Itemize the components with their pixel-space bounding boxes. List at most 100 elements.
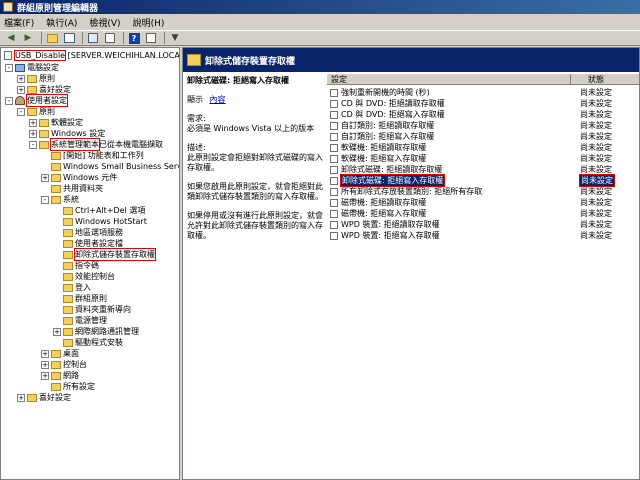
expand-icon[interactable]: + [29, 118, 37, 127]
setting-state: 尚未設定 [580, 220, 612, 229]
expand-icon[interactable]: + [53, 327, 61, 336]
setting-row[interactable]: 卸除式磁碟: 拒絕寫入存取權 尚未設定 [327, 174, 639, 187]
setting-row[interactable]: CD 與 DVD: 拒絕寫入存取權 尚未設定 [327, 109, 639, 120]
requirements: 需求: 必須是 Windows Vista 以上的版本 [187, 114, 325, 134]
properties-icon[interactable] [103, 32, 117, 44]
tree-item[interactable]: + 原則 [17, 73, 55, 84]
tree-item[interactable]: 電源管理 [53, 315, 107, 326]
tree-item[interactable]: 指令碼 [53, 260, 99, 271]
description-area: 卸除式磁碟: 拒絕寫入存取權 顯示 內容 需求: 必須是 Windows Vis… [187, 76, 325, 250]
export-icon[interactable] [86, 32, 100, 44]
properties-link[interactable]: 內容 [210, 95, 226, 104]
expand-icon[interactable]: + [29, 129, 37, 138]
setting-name: 強制重新開機的時間 (秒) [341, 88, 430, 97]
tree-item[interactable]: 驅動程式安裝 [53, 337, 123, 348]
tree-item[interactable]: 登入 [53, 282, 91, 293]
tree-item[interactable]: Ctrl+Alt+Del 選項 [53, 205, 145, 216]
back-icon[interactable]: ◀ [4, 32, 18, 44]
setting-row[interactable]: 軟碟機: 拒絕寫入存取權 尚未設定 [327, 153, 639, 164]
expand-icon[interactable]: + [41, 173, 49, 182]
expand-icon[interactable]: + [41, 360, 49, 369]
tree-item[interactable]: + 喜好設定 [17, 392, 71, 403]
setting-icon [330, 210, 338, 218]
tree-item[interactable]: + Windows 元件 [41, 172, 117, 183]
tree-item[interactable]: + 喜好設定 [17, 84, 71, 95]
tree-item[interactable]: Windows Small Business Server [41, 161, 180, 172]
setting-row[interactable]: 自訂類別: 拒絕寫入存取權 尚未設定 [327, 131, 639, 142]
tree-item[interactable]: - 原則 [17, 106, 55, 117]
filter-icon[interactable]: ▼ [168, 32, 182, 44]
setting-row[interactable]: 磁帶機: 拒絕讀取存取權 尚未設定 [327, 197, 639, 208]
setting-row[interactable]: 軟碟機: 拒絕讀取存取權 尚未設定 [327, 142, 639, 153]
tree-item[interactable]: 使用者設定檔 [53, 238, 123, 249]
menu-help[interactable]: 說明(H) [133, 16, 165, 29]
folder-icon [63, 228, 73, 237]
collapse-icon[interactable]: - [5, 96, 13, 105]
folder-icon [51, 195, 61, 204]
tree-item-label: 電源管理 [75, 316, 107, 325]
view-icon[interactable] [144, 32, 158, 44]
collapse-icon[interactable]: - [5, 63, 13, 72]
tree-item[interactable]: 效能控制台 [53, 271, 115, 282]
desc-label: 描述: [187, 143, 206, 152]
setting-name: 軟碟機: 拒絕寫入存取權 [341, 154, 427, 163]
menu-view[interactable]: 檢視(V) [89, 16, 120, 29]
computer-icon [15, 63, 25, 72]
tree-item[interactable]: - 系統管理範本 已從本機電腦擷取 [29, 138, 163, 151]
menu-file[interactable]: 檔案(F) [4, 16, 34, 29]
collapse-icon[interactable]: - [41, 195, 49, 204]
tree-item[interactable]: 卸除式儲存裝置存取權 [53, 248, 156, 261]
tree-item[interactable]: 資料夾重新導向 [53, 304, 131, 315]
expand-icon[interactable]: + [41, 371, 49, 380]
tree-item-label: 共用資料夾 [63, 184, 103, 193]
tree-item[interactable]: + 桌面 [41, 348, 79, 359]
expand-icon[interactable]: + [41, 349, 49, 358]
tree-item[interactable]: + Windows 設定 [29, 128, 105, 139]
col-header-setting[interactable]: 設定 [331, 74, 347, 85]
tree-item[interactable]: 群組原則 [53, 293, 107, 304]
setting-row[interactable]: 強制重新開機的時間 (秒) 尚未設定 [327, 87, 639, 98]
tree-item[interactable]: + 軟體設定 [29, 117, 83, 128]
up-icon[interactable] [45, 32, 59, 44]
tree-item-label: Windows Small Business Server [63, 162, 180, 171]
expand-icon[interactable]: + [17, 393, 25, 402]
collapse-icon[interactable]: - [17, 107, 25, 116]
collapse-icon[interactable]: - [29, 140, 37, 149]
folder-icon [51, 151, 61, 160]
setting-row[interactable]: 磁帶機: 拒絕寫入存取權 尚未設定 [327, 208, 639, 219]
tree-item[interactable]: 所有設定 [41, 381, 95, 392]
help-icon[interactable]: ? [127, 32, 141, 44]
folder-icon [39, 129, 49, 138]
tree-item[interactable]: - 系統 [41, 194, 79, 205]
tree-root[interactable]: USB_Disable [SERVER.WEICHIHLAN.LOCA [4, 50, 179, 61]
tree-item[interactable]: 共用資料夾 [41, 183, 103, 194]
expand-icon[interactable]: + [17, 74, 25, 83]
setting-row[interactable]: 自訂類別: 拒絕讀取存取權 尚未設定 [327, 120, 639, 131]
show-row: 顯示 內容 [187, 95, 325, 105]
tree-item[interactable]: - 電腦設定 [5, 62, 59, 73]
setting-name: 卸除式磁碟: 拒絕讀取存取權 [341, 165, 443, 174]
forward-icon[interactable]: ▶ [21, 32, 35, 44]
tree-item[interactable]: + 網路 [41, 370, 79, 381]
setting-row[interactable]: 所有卸除式存放裝置類別: 拒絕所有存取 尚未設定 [327, 186, 639, 197]
desc-enable: 如果您啟用此原則設定，就會拒絕對此類卸除式儲存裝置類別的寫入存取權。 [187, 182, 323, 201]
tree-item[interactable]: Windows HotStart [53, 216, 147, 227]
setting-row[interactable]: 卸除式磁碟: 拒絕讀取存取權 尚未設定 [327, 164, 639, 175]
settings-list: 設定 狀態 強制重新開機的時間 (秒) 尚未設定 CD 與 DVD: 拒絕讀取存取權… [327, 74, 639, 479]
col-header-state[interactable]: 狀態 [570, 74, 604, 85]
tree-item[interactable]: + 網際網路通訊管理 [53, 326, 139, 337]
tree-item[interactable]: 地區選項服務 [53, 227, 123, 238]
folder-icon [51, 371, 61, 380]
show-hide-tree-icon[interactable] [62, 32, 76, 44]
expand-icon[interactable]: + [17, 85, 25, 94]
menu-action[interactable]: 執行(A) [46, 16, 77, 29]
setting-icon [330, 199, 338, 207]
tree-item-label: 群組原則 [75, 294, 107, 303]
setting-row[interactable]: WPD 裝置: 拒絕讀取存取權 尚未設定 [327, 219, 639, 230]
tree-item[interactable]: + 控制台 [41, 359, 87, 370]
tree-item[interactable]: - 使用者設定 [5, 94, 68, 107]
setting-row[interactable]: WPD 裝置: 拒絕寫入存取權 尚未設定 [327, 230, 639, 241]
setting-row[interactable]: CD 與 DVD: 拒絕讀取存取權 尚未設定 [327, 98, 639, 109]
tree-pane[interactable]: USB_Disable [SERVER.WEICHIHLAN.LOCA - 電腦設… [0, 47, 180, 480]
tree-item[interactable]: [開始] 功能表和工作列 [41, 150, 144, 161]
